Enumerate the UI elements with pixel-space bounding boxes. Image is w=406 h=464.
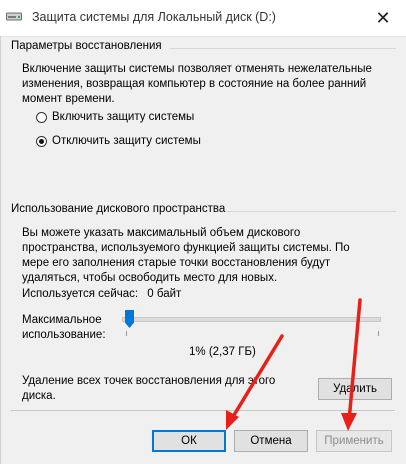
current-usage-value: 0 байт	[147, 288, 182, 300]
restore-description: Включение защиты системы позволяет отмен…	[22, 63, 372, 105]
annotation-arrowhead-apply	[341, 413, 357, 431]
radio-enable-protection[interactable]: Включить защиту системы	[36, 111, 194, 123]
radio-disable-protection[interactable]: Отключить защиту системы	[36, 135, 201, 147]
close-button[interactable]: ✕	[360, 0, 406, 36]
radio-button-disable[interactable]	[36, 135, 47, 147]
slider-track[interactable]	[122, 317, 381, 322]
slider-tick-min	[126, 331, 127, 336]
max-usage-label: Максимальное использование:	[22, 314, 106, 341]
slider-tick-max	[378, 331, 379, 336]
apply-button[interactable]: Применить	[316, 430, 392, 452]
current-usage: Используется сейчас: 0 байт	[22, 288, 181, 300]
cancel-button[interactable]: Отмена	[234, 430, 308, 452]
disk-section-title: Использование дискового пространства	[11, 203, 226, 215]
radio-enable-label: Включить защиту системы	[52, 111, 195, 123]
restore-section-title: Параметры восстановления	[11, 40, 162, 52]
window-title: Защита системы для Локальный диск (D:)	[32, 10, 276, 24]
disk-section-line	[226, 211, 396, 212]
footer-divider	[11, 410, 395, 411]
delete-button[interactable]: Удалить	[318, 378, 392, 400]
drive-icon	[6, 12, 22, 21]
disk-description: Вы можете указать максимальный объем дис…	[22, 227, 350, 284]
slider-thumb[interactable]	[125, 310, 134, 328]
close-icon: ✕	[375, 7, 391, 28]
ok-button[interactable]: ОК	[152, 430, 226, 452]
slider-value-text: 1% (2,37 ГБ)	[189, 346, 256, 358]
title-bar: Защита системы для Локальный диск (D:) ✕	[0, 0, 406, 37]
restore-section-line	[170, 48, 396, 49]
annotation-arrowhead-ok	[226, 410, 239, 430]
radio-button-enable[interactable]	[36, 111, 47, 123]
window-border	[0, 36, 1, 464]
radio-disable-label: Отключить защиту системы	[52, 135, 201, 147]
current-usage-label: Используется сейчас:	[22, 288, 139, 300]
delete-description: Удаление всех точек восстановления для э…	[22, 375, 276, 402]
